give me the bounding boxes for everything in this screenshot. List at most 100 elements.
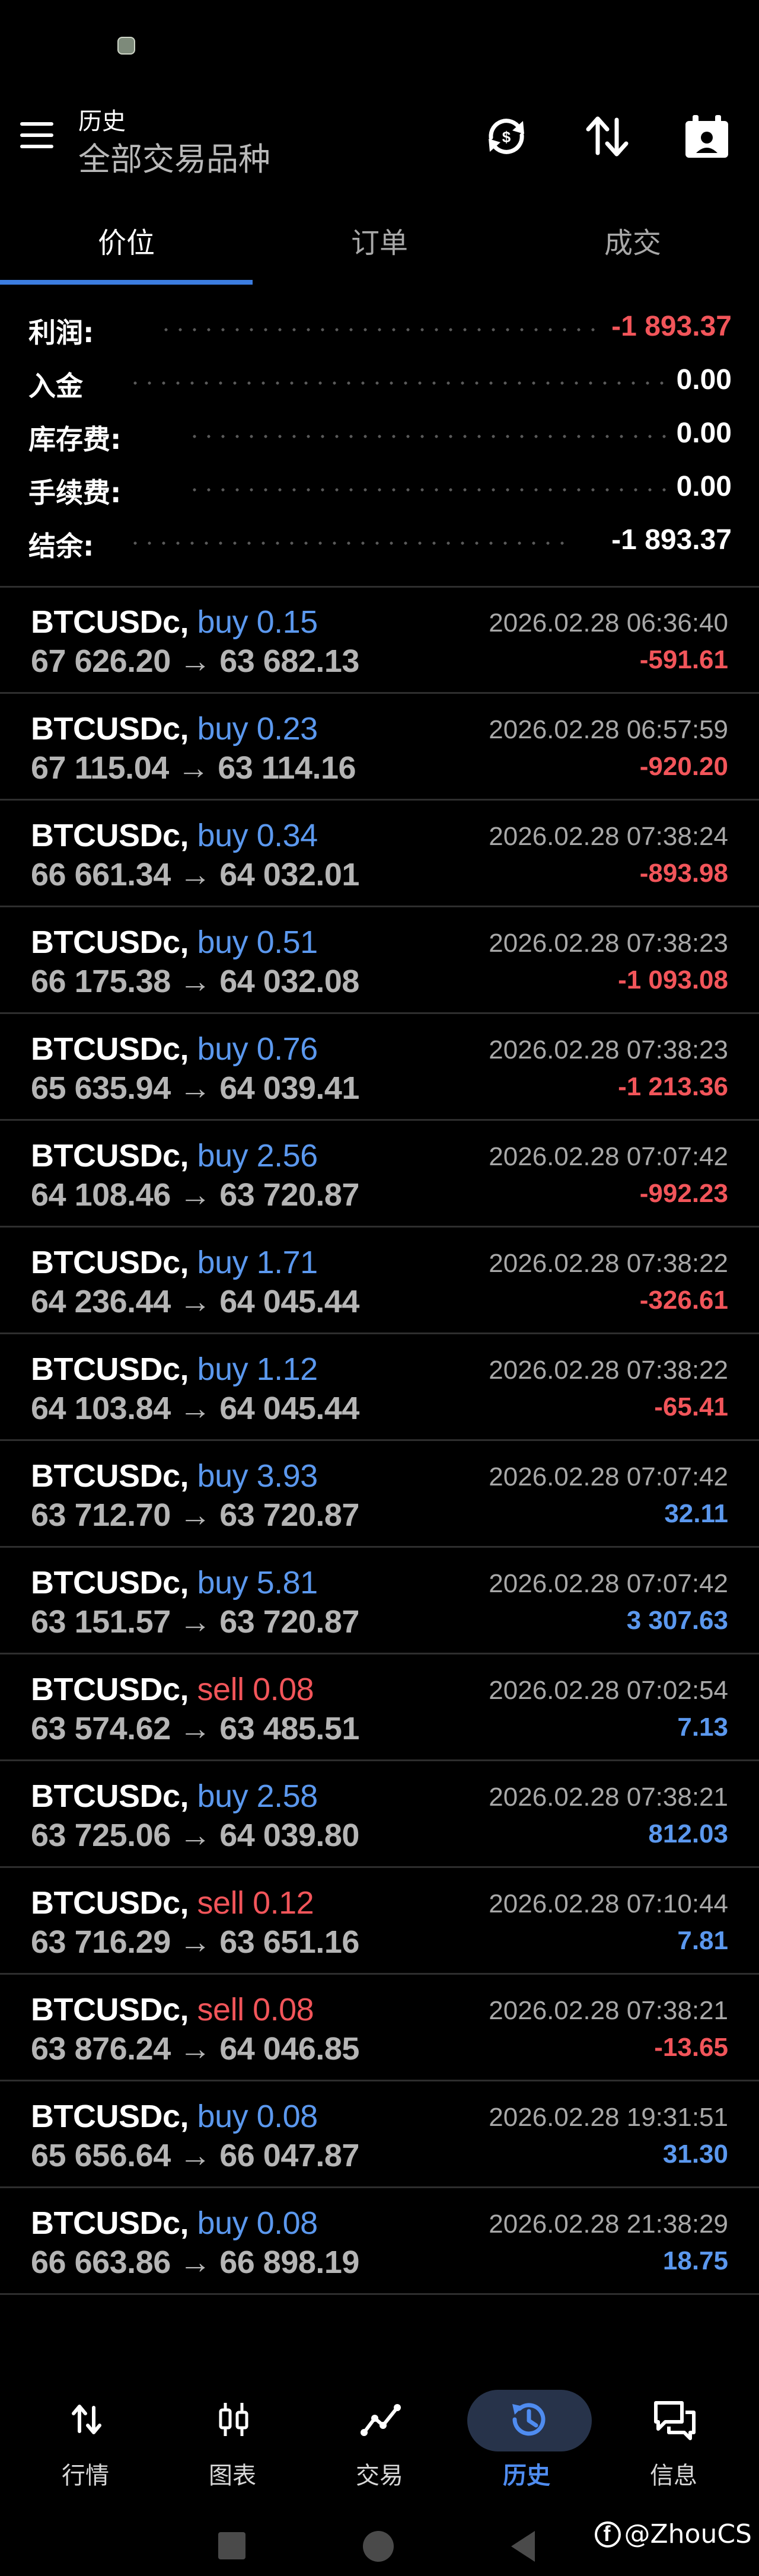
- refresh-period-icon[interactable]: $: [478, 108, 535, 165]
- deal-row[interactable]: BTCUSDc, sell 0.08 63 574.62 → 63 485.51…: [0, 1654, 759, 1761]
- deal-volume: buy 5.81: [197, 1565, 318, 1601]
- dot-leader: [128, 381, 668, 385]
- deal-row[interactable]: BTCUSDc, buy 0.08 66 663.86 → 66 898.19 …: [0, 2188, 759, 2295]
- summary-commission-row: 手续费: 0.00: [28, 460, 732, 513]
- deal-profit: -920.20: [639, 752, 728, 781]
- symbol-filter[interactable]: 全部交易品种: [78, 133, 270, 180]
- deal-time: 2026.02.28 07:38:21: [489, 1783, 728, 1812]
- nav-quotes-label: 行情: [62, 2462, 109, 2489]
- balance-value: -1 893.37: [611, 524, 732, 556]
- nav-history[interactable]: 历史: [467, 2372, 592, 2491]
- calendar-user-icon[interactable]: [678, 108, 735, 165]
- quotes-arrows-icon: [62, 2395, 111, 2444]
- dot-leader: [159, 328, 598, 331]
- deal-row[interactable]: BTCUSDc, buy 0.23 67 115.04 → 63 114.16 …: [0, 694, 759, 801]
- deal-row[interactable]: BTCUSDc, buy 3.93 63 712.70 → 63 720.87 …: [0, 1441, 759, 1548]
- nav-quotes[interactable]: 行情: [26, 2372, 145, 2491]
- deal-row[interactable]: BTCUSDc, buy 5.81 63 151.57 → 63 720.87 …: [0, 1548, 759, 1654]
- deal-row[interactable]: BTCUSDc, sell 0.08 63 876.24 → 64 046.85…: [0, 1975, 759, 2081]
- deal-row[interactable]: BTCUSDc, buy 0.51 66 175.38 → 64 032.08 …: [0, 907, 759, 1014]
- deal-prices: 64 103.84 → 64 045.44: [31, 1391, 359, 1426]
- deal-row[interactable]: BTCUSDc, buy 0.76 65 635.94 → 64 039.41 …: [0, 1014, 759, 1121]
- deal-time: 2026.02.28 07:38:23: [489, 929, 728, 958]
- deal-time: 2026.02.28 07:38:23: [489, 1035, 728, 1064]
- deal-symbol: BTCUSDc,: [31, 1138, 189, 1174]
- swap-label: 库存费:: [28, 423, 122, 455]
- app-header: 历史 全部交易品种 $: [0, 89, 759, 184]
- deal-symbol: BTCUSDc,: [31, 2099, 189, 2134]
- nav-charts[interactable]: 图表: [173, 2372, 292, 2491]
- page-title: 历史: [78, 108, 126, 135]
- deal-time: 2026.02.28 07:38:24: [489, 822, 728, 851]
- swap-value: 0.00: [676, 417, 732, 449]
- deposit-value: 0.00: [676, 364, 732, 396]
- tab-bar: 价位 订单 成交: [0, 202, 759, 285]
- deal-row[interactable]: BTCUSDc, buy 0.34 66 661.34 → 64 032.01 …: [0, 801, 759, 907]
- history-clock-icon: [504, 2395, 554, 2444]
- deal-profit: 3 307.63: [626, 1606, 728, 1635]
- deal-symbol: BTCUSDc,: [31, 1351, 189, 1387]
- deal-profit: 7.13: [677, 1713, 728, 1742]
- deal-profit: -591.61: [639, 645, 728, 674]
- summary-profit-row: 利润: -1 893.37: [28, 299, 732, 353]
- deal-row[interactable]: BTCUSDc, buy 2.58 63 725.06 → 64 039.80 …: [0, 1761, 759, 1868]
- nav-trade[interactable]: 交易: [320, 2372, 439, 2491]
- dot-leader: [187, 435, 668, 438]
- tab-deals[interactable]: 成交: [506, 202, 759, 285]
- deal-time: 2026.02.28 06:36:40: [489, 608, 728, 637]
- nav-history-label: 历史: [503, 2462, 550, 2489]
- deal-volume: buy 0.08: [197, 2099, 318, 2134]
- status-bar: [0, 0, 759, 89]
- deal-prices: 63 716.29 → 63 651.16: [31, 1924, 359, 1960]
- deal-prices: 67 115.04 → 63 114.16: [31, 750, 356, 786]
- deal-profit: -65.41: [654, 1392, 728, 1421]
- hamburger-menu-icon[interactable]: [18, 117, 56, 153]
- facebook-icon: [594, 2521, 621, 2548]
- deal-volume: buy 1.71: [197, 1245, 318, 1280]
- candlestick-chart-icon: [209, 2395, 259, 2444]
- deal-time: 2026.02.28 21:38:29: [489, 2210, 728, 2239]
- deal-profit: 32.11: [664, 1499, 728, 1528]
- trade-line-icon: [356, 2395, 406, 2444]
- deal-symbol: BTCUSDc,: [31, 604, 189, 640]
- deal-prices: 66 661.34 → 64 032.01: [31, 857, 359, 892]
- home-button[interactable]: [363, 2531, 394, 2562]
- deal-symbol: BTCUSDc,: [31, 2205, 189, 2241]
- deal-profit: -893.98: [639, 859, 728, 888]
- row-divider: [0, 2293, 759, 2295]
- deal-symbol: BTCUSDc,: [31, 818, 189, 853]
- deal-prices: 67 626.20 → 63 682.13: [31, 643, 359, 679]
- profit-value: -1 893.37: [611, 311, 732, 342]
- deal-volume: buy 0.51: [197, 924, 318, 960]
- deal-row[interactable]: BTCUSDc, buy 1.12 64 103.84 → 64 045.44 …: [0, 1334, 759, 1441]
- deal-prices: 65 656.64 → 66 047.87: [31, 2138, 359, 2173]
- dot-leader: [187, 488, 668, 492]
- deal-volume: buy 0.76: [197, 1031, 318, 1067]
- nav-trade-label: 交易: [356, 2462, 403, 2489]
- deal-time: 2026.02.28 07:07:42: [489, 1569, 728, 1598]
- notification-app-icon: [117, 37, 135, 55]
- deal-row[interactable]: BTCUSDc, buy 2.56 64 108.46 → 63 720.87 …: [0, 1121, 759, 1228]
- deal-row[interactable]: BTCUSDc, sell 0.12 63 716.29 → 63 651.16…: [0, 1868, 759, 1975]
- deal-profit: 31.30: [662, 2140, 728, 2169]
- deal-prices: 66 663.86 → 66 898.19: [31, 2245, 359, 2280]
- deal-time: 2026.02.28 07:38:22: [489, 1356, 728, 1385]
- deal-volume: buy 3.93: [197, 1458, 318, 1494]
- deal-profit: -1 213.36: [618, 1072, 728, 1101]
- recents-button[interactable]: [218, 2532, 245, 2559]
- nav-messages[interactable]: 信息: [614, 2372, 733, 2491]
- deal-prices: 63 725.06 → 64 039.80: [31, 1818, 359, 1853]
- deal-volume: sell 0.08: [197, 1672, 314, 1707]
- deal-symbol: BTCUSDc,: [31, 1031, 189, 1067]
- sort-arrows-icon[interactable]: [579, 108, 636, 165]
- deal-row[interactable]: BTCUSDc, buy 0.15 67 626.20 → 63 682.13 …: [0, 587, 759, 694]
- summary-deposit-row: 入金 0.00: [28, 353, 732, 406]
- deal-time: 2026.02.28 06:57:59: [489, 715, 728, 744]
- profit-label: 利润:: [28, 317, 94, 349]
- deal-row[interactable]: BTCUSDc, buy 1.71 64 236.44 → 64 045.44 …: [0, 1228, 759, 1334]
- tab-positions[interactable]: 价位: [0, 202, 253, 285]
- back-button[interactable]: [511, 2531, 535, 2562]
- tab-orders[interactable]: 订单: [253, 202, 506, 285]
- deal-row[interactable]: BTCUSDc, buy 0.08 65 656.64 → 66 047.87 …: [0, 2081, 759, 2188]
- deal-profit: 18.75: [662, 2246, 728, 2275]
